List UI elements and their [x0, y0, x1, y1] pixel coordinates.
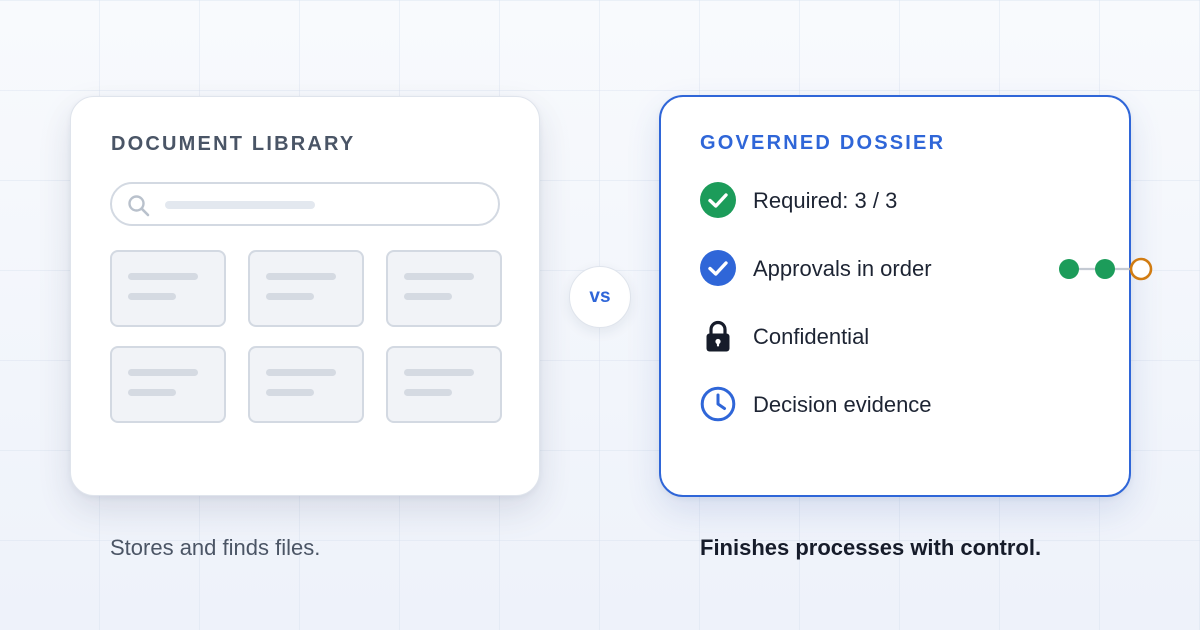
- approval-step-pending: [1129, 257, 1153, 281]
- checklist-label: Required: 3 / 3: [753, 188, 898, 213]
- check-circle-icon: [700, 250, 736, 286]
- search-input[interactable]: [110, 182, 500, 226]
- search-icon: [128, 195, 150, 217]
- check-circle-icon: [700, 182, 736, 218]
- approval-step-complete: [1059, 259, 1079, 279]
- checklist-label: Decision evidence: [753, 392, 932, 417]
- governed-dossier-card: GOVERNED DOSSIER Required: 3 / 3 Approva…: [659, 95, 1153, 497]
- approval-step-complete: [1095, 259, 1115, 279]
- document-tile[interactable]: [386, 250, 502, 327]
- vs-badge: vs: [569, 266, 631, 328]
- checklist-item-approvals: Approvals in order: [700, 248, 1153, 288]
- checklist-item-confidential: Confidential: [700, 316, 1120, 356]
- document-library-caption: Stores and finds files.: [110, 535, 321, 560]
- checklist-item-decision-evidence: Decision evidence: [700, 384, 1120, 424]
- lock-icon: [706, 320, 730, 352]
- document-tile[interactable]: [386, 346, 502, 423]
- document-library-card: DOCUMENT LIBRARY: [70, 96, 540, 496]
- governed-dossier-caption: Finishes processes with control.: [700, 535, 1042, 560]
- document-tile[interactable]: [248, 346, 364, 423]
- document-tile[interactable]: [110, 250, 226, 327]
- document-library-title: DOCUMENT LIBRARY: [111, 133, 356, 155]
- clock-icon: [700, 386, 736, 422]
- approval-progress-indicator: [1059, 257, 1153, 281]
- checklist-label: Confidential: [753, 324, 870, 349]
- document-tile[interactable]: [248, 250, 364, 327]
- search-placeholder-bar: [165, 201, 315, 209]
- governed-dossier-title: GOVERNED DOSSIER: [700, 132, 946, 154]
- checklist-label: Approvals in order: [753, 256, 932, 281]
- checklist-item-required: Required: 3 / 3: [700, 180, 1120, 220]
- document-tile[interactable]: [110, 346, 226, 423]
